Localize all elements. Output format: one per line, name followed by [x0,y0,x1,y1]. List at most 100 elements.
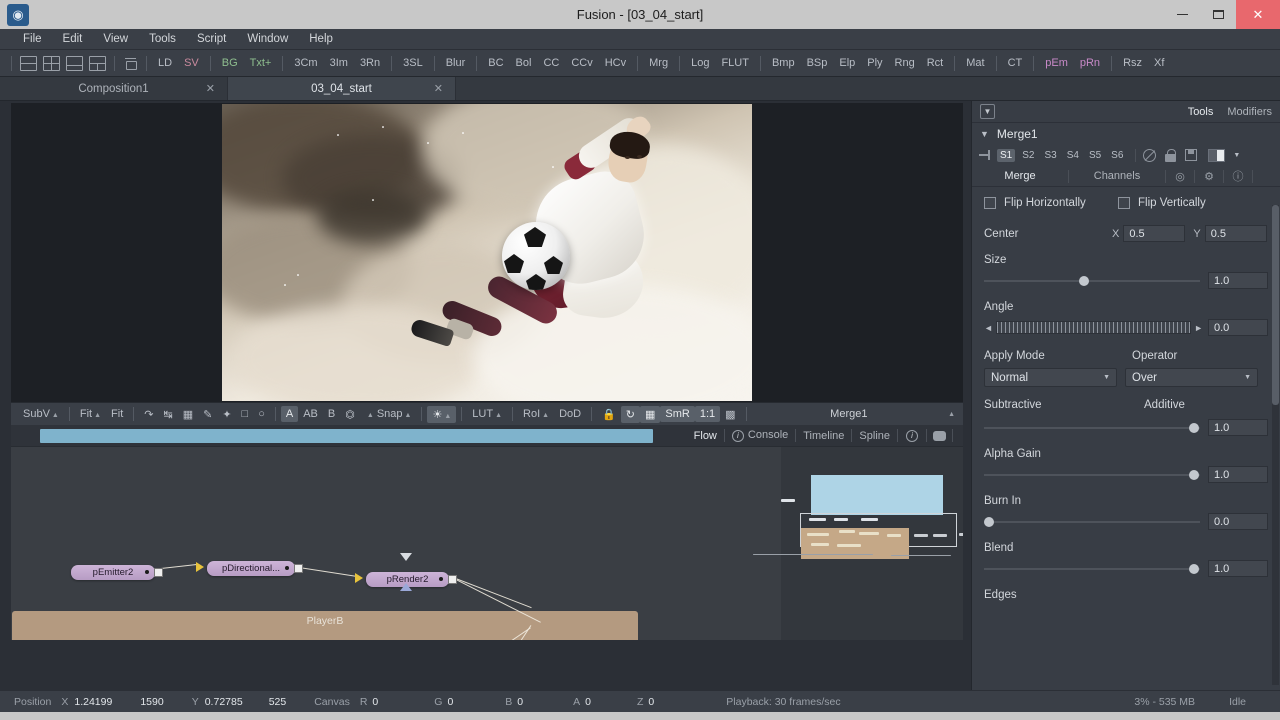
curve-b-tool-icon[interactable]: ↹ [158,406,177,423]
group-playerb[interactable]: PlayerB [12,611,638,640]
state-chip-s3[interactable]: S3 [1041,149,1059,162]
color-picker-icon[interactable]: ☀ ▲ [427,405,457,423]
chat-bubble-icon[interactable] [933,430,946,441]
magic-wand-icon[interactable]: ✦ [217,406,236,423]
view-layout-3-icon[interactable] [66,55,83,71]
tool-mat-button[interactable]: Mat [960,54,990,72]
chevron-down-icon[interactable]: ▼ [980,129,989,139]
view-layout-1-icon[interactable] [20,55,37,71]
node-control-triangle-icon[interactable] [400,553,412,561]
settings-target-icon[interactable]: ◎ [1166,170,1194,183]
tab-spline[interactable]: Spline [852,428,897,444]
sub-add-slider-knob[interactable] [1189,422,1200,433]
alpha-gain-input[interactable]: 1.0 [1208,466,1268,483]
tool-ply-button[interactable]: Ply [861,54,888,72]
tool-3sl-button[interactable]: 3SL [397,54,429,72]
view-layout-4-icon[interactable] [89,55,106,71]
lock-icon[interactable] [1165,148,1177,162]
disable-circle-icon[interactable] [1143,148,1157,162]
alpha-gain-slider[interactable] [984,469,1200,480]
alpha-gain-knob[interactable] [1189,469,1200,480]
angle-input[interactable]: 0.0 [1208,319,1268,336]
tool-flut-button[interactable]: FLUT [715,54,755,72]
menu-help[interactable]: Help [300,30,342,48]
state-chip-s6[interactable]: S6 [1108,149,1126,162]
tool-log-button[interactable]: Log [685,54,715,72]
state-chip-s5[interactable]: S5 [1086,149,1104,162]
tab-console[interactable]: i Console [725,427,795,444]
angle-left-arrow-icon[interactable]: ◄ [984,323,993,333]
comp-tab-close-icon[interactable]: ✕ [206,82,215,95]
node-input-arrow-icon[interactable] [355,573,363,583]
subtractive-additive-slider[interactable] [984,422,1200,433]
snap-button[interactable]: ▲ Snap ▲ [360,406,417,422]
menu-window[interactable]: Window [238,30,297,48]
apply-mode-select[interactable]: Normal ▼ [984,368,1117,387]
tool-ccv-button[interactable]: CCv [565,54,598,72]
tab-timeline[interactable]: Timeline [796,428,851,444]
ratio-button[interactable]: 1:1 [694,406,721,422]
burn-in-slider[interactable] [984,516,1200,527]
tool-elp-button[interactable]: Elp [833,54,861,72]
subview-button[interactable]: SubV ▲ [18,406,64,422]
flow-info-icon[interactable]: i [906,429,918,442]
tool-prn-button[interactable]: pRn [1074,54,1106,72]
node-output-dot[interactable] [439,577,443,581]
size-input[interactable]: 1.0 [1208,272,1268,289]
fit-button-2[interactable]: Fit [106,406,128,422]
menu-tools[interactable]: Tools [140,30,185,48]
checkerboard-icon[interactable]: ▦ [640,405,661,423]
tool-3im-button[interactable]: 3Im [324,54,354,72]
tool-bc-button[interactable]: BC [482,54,509,72]
state-chip-s4[interactable]: S4 [1064,149,1082,162]
angle-right-arrow-icon[interactable]: ► [1194,323,1203,333]
tool-xf-button[interactable]: Xf [1148,54,1170,72]
lut-button[interactable]: LUT ▲ [467,406,507,422]
tool-3rn-button[interactable]: 3Rn [354,54,386,72]
tool-bg-button[interactable]: BG [216,54,244,72]
flow-node[interactable]: pDirectional... [207,561,295,576]
tool-cc-button[interactable]: CC [537,54,565,72]
tool-txt-button[interactable]: Txt+ [244,54,278,72]
burn-in-knob[interactable] [984,516,994,527]
rectangle-tool-icon[interactable]: □ [237,406,254,422]
center-x-input[interactable]: 0.5 [1123,225,1186,242]
node-output-port[interactable] [294,564,303,573]
pen-tool-icon[interactable]: ✎ [198,406,217,423]
toolbar-lock-icon[interactable] [124,56,137,70]
tool-rng-button[interactable]: Rng [889,54,921,72]
inspector-scrollbar[interactable] [1272,205,1279,685]
tool-bmp-button[interactable]: Bmp [766,54,801,72]
pin-icon[interactable] [979,150,993,160]
comp-tab-0[interactable]: Composition1 ✕ [0,77,228,100]
burn-in-input[interactable]: 0.0 [1208,513,1268,530]
comp-tab-1[interactable]: 03_04_start ✕ [228,77,456,100]
menu-view[interactable]: View [94,30,137,48]
image-viewer[interactable] [11,103,963,402]
inspector-scrollbar-thumb[interactable] [1272,205,1279,405]
sub-tab-channels[interactable]: Channels [1069,170,1165,182]
operator-select[interactable]: Over ▼ [1125,368,1258,387]
blend-input[interactable]: 1.0 [1208,560,1268,577]
tool-3cm-button[interactable]: 3Cm [288,54,323,72]
view-layout-2-icon[interactable] [43,55,60,71]
tool-blur-button[interactable]: Blur [440,54,472,72]
menu-script[interactable]: Script [188,30,235,48]
tool-pem-button[interactable]: pEm [1039,54,1074,72]
node-output-dot[interactable] [285,566,289,570]
node-output-port[interactable] [448,575,457,584]
node-flow-canvas[interactable]: PlayerB pEmitter2 pDirectional... pRender2… [11,447,963,640]
close-button[interactable]: ✕ [1236,0,1280,29]
minimize-button[interactable] [1164,0,1200,29]
tool-rsz-button[interactable]: Rsz [1117,54,1148,72]
roi-button[interactable]: RoI ▲ [518,406,554,422]
save-icon[interactable] [1185,149,1198,161]
size-slider[interactable] [984,275,1200,286]
flip-vertically-checkbox[interactable]: Flip Vertically [1118,197,1206,209]
grid-tool-icon[interactable]: ▦ [178,406,198,423]
smr-button[interactable]: SmR [660,406,695,422]
viewer-expand-caret-icon[interactable]: ▲ [948,411,955,418]
comp-tab-close-icon[interactable]: ✕ [434,82,443,95]
ellipse-tool-icon[interactable]: ○ [253,406,270,422]
maximize-button[interactable] [1200,0,1236,29]
